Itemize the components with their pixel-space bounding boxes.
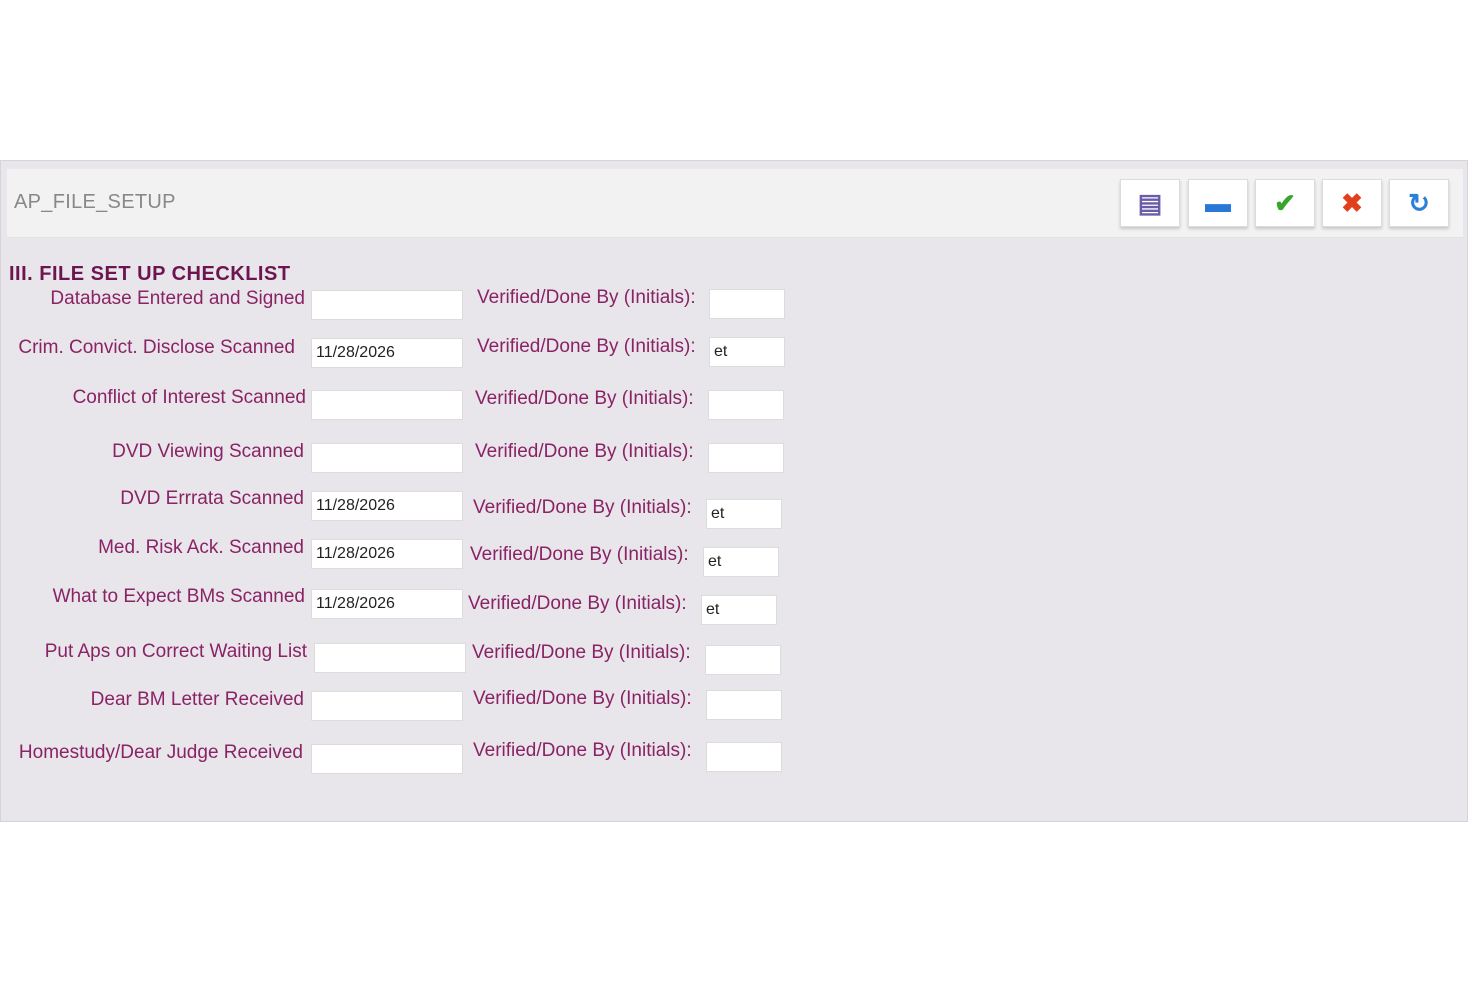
checklist-label: DVD Viewing Scanned	[112, 441, 304, 462]
initials-field[interactable]	[701, 595, 777, 625]
checklist-label: Database Entered and Signed	[50, 288, 305, 309]
initials-field[interactable]	[708, 390, 784, 420]
save-button[interactable]: ✔	[1255, 179, 1315, 227]
checklist-label: Crim. Convict. Disclose Scanned	[18, 337, 295, 358]
checklist-label: Dear BM Letter Received	[90, 689, 304, 710]
check-icon: ✔	[1274, 187, 1296, 218]
verified-label: Verified/Done By (Initials):	[477, 336, 696, 357]
initials-field[interactable]	[706, 742, 782, 772]
file-setup-panel: AP_FILE_SETUP ▤ ▬ ✔ ✖ ↻ III. FILE SET UP…	[0, 160, 1468, 822]
minus-icon: ▬	[1205, 187, 1231, 218]
refresh-icon: ↻	[1408, 187, 1430, 218]
date-field[interactable]	[311, 338, 463, 368]
cancel-icon: ✖	[1341, 187, 1363, 218]
date-field[interactable]	[311, 443, 463, 473]
date-field[interactable]	[311, 491, 463, 521]
date-field[interactable]	[311, 290, 463, 320]
date-field[interactable]	[311, 744, 463, 774]
checklist-label: Put Aps on Correct Waiting List	[44, 641, 307, 662]
checklist-label: Homestudy/Dear Judge Received	[18, 742, 303, 763]
initials-field[interactable]	[703, 547, 779, 577]
date-field[interactable]	[314, 643, 466, 673]
notes-icon: ▤	[1137, 187, 1163, 218]
initials-field[interactable]	[706, 499, 782, 529]
verified-label: Verified/Done By (Initials):	[473, 740, 692, 761]
initials-field[interactable]	[709, 289, 785, 319]
panel-title: AP_FILE_SETUP	[14, 191, 176, 213]
minimize-button[interactable]: ▬	[1188, 179, 1248, 227]
date-field[interactable]	[311, 691, 463, 721]
refresh-button[interactable]: ↻	[1389, 179, 1449, 227]
verified-label: Verified/Done By (Initials):	[472, 642, 691, 663]
verified-label: Verified/Done By (Initials):	[473, 497, 692, 518]
verified-label: Verified/Done By (Initials):	[470, 544, 689, 565]
checklist-label: What to Expect BMs Scanned	[52, 586, 305, 607]
verified-label: Verified/Done By (Initials):	[475, 441, 694, 462]
verified-label: Verified/Done By (Initials):	[473, 688, 692, 709]
cancel-button[interactable]: ✖	[1322, 179, 1382, 227]
section-title: III. FILE SET UP CHECKLIST	[9, 263, 291, 285]
initials-field[interactable]	[709, 337, 785, 367]
verified-label: Verified/Done By (Initials):	[477, 287, 696, 308]
initials-field[interactable]	[708, 443, 784, 473]
date-field[interactable]	[311, 390, 463, 420]
notes-button[interactable]: ▤	[1120, 179, 1180, 227]
initials-field[interactable]	[706, 690, 782, 720]
date-field[interactable]	[311, 539, 463, 569]
panel-header: AP_FILE_SETUP ▤ ▬ ✔ ✖ ↻	[7, 169, 1463, 238]
verified-label: Verified/Done By (Initials):	[475, 388, 694, 409]
checklist-label: Med. Risk Ack. Scanned	[98, 537, 304, 558]
initials-field[interactable]	[705, 645, 781, 675]
date-field[interactable]	[311, 589, 463, 619]
checklist-label: DVD Errrata Scanned	[120, 488, 304, 509]
verified-label: Verified/Done By (Initials):	[468, 593, 687, 614]
checklist-label: Conflict of Interest Scanned	[72, 387, 306, 408]
